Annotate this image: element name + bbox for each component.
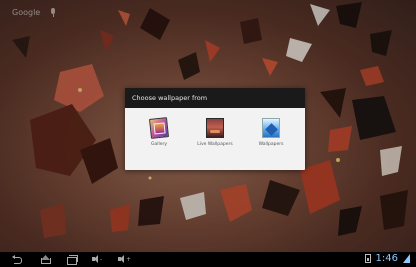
battery-icon xyxy=(364,254,371,263)
signal-icon xyxy=(403,254,410,263)
option-gallery[interactable]: Gallery xyxy=(133,117,185,147)
volume-down-icon[interactable]: - xyxy=(92,255,104,264)
option-label-gallery[interactable]: Gallery xyxy=(151,142,167,147)
back-icon[interactable] xyxy=(12,255,23,264)
clock: 1:46 xyxy=(375,253,398,264)
system-navigation-bar: - + 1:46 xyxy=(0,252,416,267)
status-area[interactable]: 1:46 xyxy=(364,253,410,264)
gallery-icon[interactable] xyxy=(149,117,169,139)
dialog-title: Choose wallpaper from xyxy=(125,88,305,108)
home-screen: Google Choose wallpaper from Gallery Liv… xyxy=(0,0,416,267)
choose-wallpaper-dialog: Choose wallpaper from Gallery Live Wallp… xyxy=(125,88,305,170)
option-live-wallpapers[interactable]: Live Wallpapers xyxy=(189,118,241,147)
option-label-live-wallpapers[interactable]: Live Wallpapers xyxy=(197,142,232,147)
wallpaper-source-options: Gallery Live Wallpapers Wallpapers xyxy=(125,108,305,147)
wallpapers-icon[interactable] xyxy=(262,118,280,138)
option-wallpapers[interactable]: Wallpapers xyxy=(245,118,297,147)
volume-up-icon[interactable]: + xyxy=(118,255,131,264)
home-icon[interactable] xyxy=(40,255,51,264)
option-label-wallpapers[interactable]: Wallpapers xyxy=(259,142,284,147)
live-wallpapers-icon[interactable] xyxy=(206,118,224,138)
recent-apps-icon[interactable] xyxy=(66,255,78,265)
